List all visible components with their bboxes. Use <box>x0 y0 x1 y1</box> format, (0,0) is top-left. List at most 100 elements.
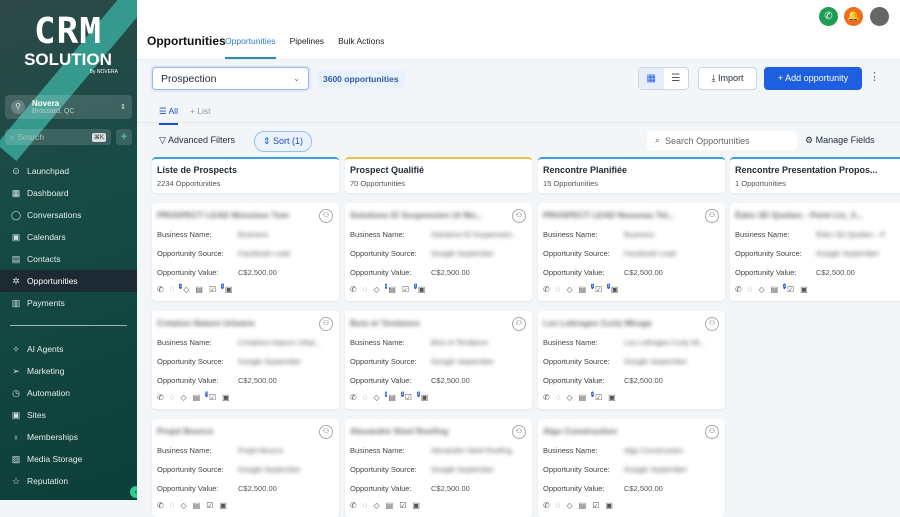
sidebar-item-opportunities[interactable]: ✲ Opportunities <box>0 270 137 292</box>
calendar-icon[interactable]: ▣ <box>225 285 233 295</box>
note-icon[interactable]: ▤ <box>193 501 201 510</box>
phone-icon[interactable]: ✆ <box>157 501 164 510</box>
sidebar-item-dashboard[interactable]: ▦ Dashboard <box>0 182 137 204</box>
sidebar-item-calendars[interactable]: ▣ Calendars <box>0 226 137 248</box>
opportunity-card[interactable]: PROSPECT LEAD Nouveau Tel... ⚇ Business … <box>538 203 725 301</box>
tag-icon[interactable]: ◇ <box>566 501 572 510</box>
sidebar-item-sites[interactable]: ▣ Sites <box>0 404 137 426</box>
task-icon[interactable]: ☑ <box>209 393 216 403</box>
calendar-icon[interactable]: ▣ <box>418 285 426 295</box>
card-title[interactable]: Bois et Tendance <box>350 318 495 328</box>
phone-icon[interactable]: ✆ <box>157 285 164 295</box>
tab-opportunities[interactable]: Opportunities <box>225 36 276 59</box>
tag-icon[interactable]: ◇ 1 <box>373 283 388 295</box>
assign-user-icon[interactable]: ⚇ <box>705 425 719 439</box>
sort-button[interactable]: ⇕ Sort (1) <box>254 131 313 152</box>
assign-user-icon[interactable]: ⚇ <box>705 317 719 331</box>
opportunity-card[interactable]: Projet Bourco ⚇ Business Name: Projet Bou… <box>152 419 339 517</box>
task-icon[interactable]: ☑ 1 <box>209 283 224 295</box>
tag-icon[interactable]: ◇ <box>566 393 572 403</box>
sidebar-item-reporting[interactable]: ↗Reporting <box>0 492 137 501</box>
tab-bulk-actions[interactable]: Bulk Actions <box>338 36 384 59</box>
opportunity-card[interactable]: Algo Construction ⚇ Business Name: Algo C… <box>538 419 725 517</box>
sidebar-item-marketing[interactable]: ➢ Marketing <box>0 360 137 382</box>
card-title[interactable]: Éden 3D Quebec - Peint Ltc, 3... <box>735 210 880 220</box>
card-title[interactable]: Les Lettrages Curly Mirage <box>543 318 688 328</box>
list-view-icon[interactable]: ☰ <box>664 68 689 89</box>
task-icon[interactable]: ☑ <box>206 501 213 510</box>
task-icon[interactable]: ☑ <box>399 501 406 510</box>
calendar-icon[interactable]: ▣ <box>222 393 230 403</box>
calendar-icon[interactable]: ▣ <box>608 393 616 403</box>
note-icon[interactable]: ▤ <box>579 501 587 510</box>
sidebar-item-payments[interactable]: ▥ Payments <box>0 292 137 314</box>
calendar-icon[interactable]: ▣ <box>605 501 613 510</box>
opportunity-card[interactable]: Création Nature Urbaine ⚇ Business Name:… <box>152 311 339 409</box>
collapse-sidebar-button[interactable]: ‹ <box>130 486 137 498</box>
card-title[interactable]: PROSPECT LEAD Monsieur Tom <box>157 210 302 220</box>
chat-icon[interactable]: ◌ <box>363 501 368 510</box>
sidebar-item-automation[interactable]: ◷ Automation <box>0 382 137 404</box>
tag-icon[interactable]: ◇ <box>758 285 764 295</box>
phone-icon[interactable]: ✆ <box>819 7 838 26</box>
card-title[interactable]: PROSPECT LEAD Nouveau Tel... <box>543 210 688 220</box>
tag-icon[interactable]: ◇ 1 <box>373 391 388 403</box>
card-title[interactable]: Alexandre Steel Roofing <box>350 426 495 436</box>
assign-user-icon[interactable]: ⚇ <box>512 425 526 439</box>
phone-icon[interactable]: ✆ <box>735 285 742 295</box>
sidebar-item-reputation[interactable]: ☆ Reputation <box>0 470 137 492</box>
task-icon[interactable]: ☑ 1 <box>595 283 610 295</box>
task-icon[interactable]: ☑ <box>595 393 602 403</box>
assign-user-icon[interactable]: ⚇ <box>319 209 333 223</box>
card-title[interactable]: Solutions El Suspension Ut Mo... <box>350 210 495 220</box>
tag-icon[interactable]: ◇ <box>566 285 572 295</box>
search-opportunities-input[interactable]: ⌕ Search Opportunities <box>647 131 797 150</box>
import-button[interactable]: ⤓ Import <box>698 67 757 90</box>
tab-pipelines[interactable]: Pipelines <box>290 36 325 59</box>
add-opportunity-button[interactable]: + Add opportunity <box>764 67 862 90</box>
tag-icon[interactable]: ◇ <box>373 501 379 510</box>
opportunity-card[interactable]: PROSPECT LEAD Monsieur Tom ⚇ Business Na… <box>152 203 339 301</box>
opportunity-card[interactable]: Bois et Tendance ⚇ Business Name: Bois et… <box>345 311 532 409</box>
calendar-icon[interactable]: ▣ <box>800 285 808 295</box>
calendar-icon[interactable]: ▣ <box>421 393 429 403</box>
note-icon[interactable]: ▤ 1 <box>579 283 594 295</box>
sidebar-search[interactable]: ⌕ Search ⌘K <box>5 129 111 145</box>
note-icon[interactable]: ▤ <box>386 501 394 510</box>
sidebar-item-launchpad[interactable]: ⊙ Launchpad <box>0 160 137 182</box>
avatar[interactable] <box>870 7 889 26</box>
card-title[interactable]: Projet Bourco <box>157 426 302 436</box>
phone-icon[interactable]: ✆ <box>157 393 164 403</box>
note-icon[interactable]: ▤ <box>195 285 203 295</box>
card-title[interactable]: Algo Construction <box>543 426 688 436</box>
note-icon[interactable]: ▤ 1 <box>388 391 404 403</box>
assign-user-icon[interactable]: ⚇ <box>319 317 333 331</box>
sidebar-item-conversations[interactable]: ◯ Conversations <box>0 204 137 226</box>
assign-user-icon[interactable]: ⚇ <box>319 425 333 439</box>
chat-icon[interactable]: ◌ <box>170 501 175 510</box>
note-icon[interactable]: ▤ 2 <box>771 283 786 295</box>
assign-user-icon[interactable]: ⚇ <box>512 209 526 223</box>
calendar-icon[interactable]: ▣ <box>611 285 619 295</box>
phone-icon[interactable]: ✆ <box>543 393 550 403</box>
phone-icon[interactable]: ✆ <box>350 285 357 295</box>
manage-fields-button[interactable]: ⚙ Manage Fields <box>805 135 875 146</box>
more-options-icon[interactable]: ⋮ <box>869 70 880 83</box>
advanced-filters-button[interactable]: ▽ Advanced Filters <box>159 135 235 146</box>
sidebar-item-ai-agents[interactable]: ✧ AI Agents <box>0 338 137 360</box>
chat-icon[interactable]: ◌ <box>556 285 561 295</box>
opportunity-card[interactable]: Les Lettrages Curly Mirage ⚇ Business Na… <box>538 311 725 409</box>
chat-icon[interactable]: ◌ <box>556 501 561 510</box>
pipeline-select[interactable]: Prospection ⌄ <box>152 67 309 90</box>
note-icon[interactable]: ▤ 5 <box>193 391 208 403</box>
phone-icon[interactable]: ✆ <box>350 393 357 403</box>
quick-add-button[interactable]: + <box>116 129 132 145</box>
opportunity-card[interactable]: Solutions El Suspension Ut Mo... ⚇ Busin… <box>345 203 532 301</box>
tag-icon[interactable]: ◇ <box>180 501 186 510</box>
assign-user-icon[interactable]: ⚇ <box>512 317 526 331</box>
sidebar-item-memberships[interactable]: ♁ Memberships <box>0 426 137 448</box>
account-switcher[interactable]: ⚲ Novera Brossard, QC ⇕ <box>5 95 132 119</box>
tag-icon[interactable]: ◇ <box>183 285 189 295</box>
tag-icon[interactable]: ◇ <box>180 393 186 403</box>
bell-icon[interactable]: 🔔 <box>844 7 863 26</box>
